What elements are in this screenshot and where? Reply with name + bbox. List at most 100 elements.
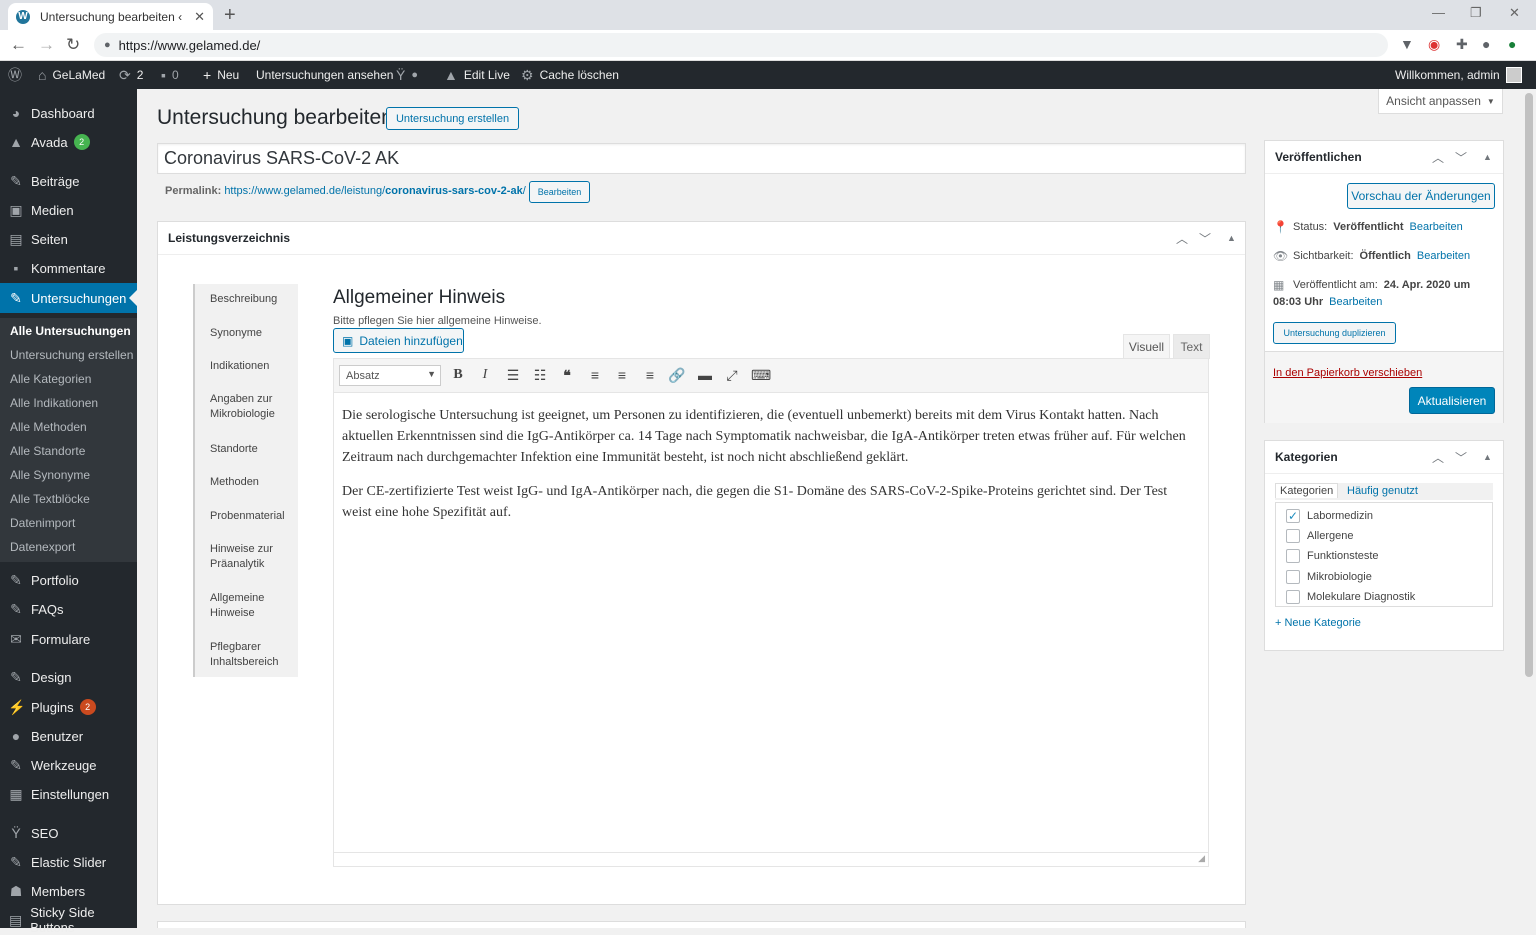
category-item[interactable]: Mikrobiologie — [1286, 570, 1372, 584]
preview-changes-button[interactable]: Vorschau der Änderungen — [1347, 183, 1495, 209]
menu-seiten[interactable]: ▤ Seiten — [0, 224, 137, 254]
submenu-item[interactable]: Alle Textblöcke — [10, 492, 90, 506]
blockquote-icon[interactable]: ❝ — [558, 367, 576, 384]
updates-menu[interactable]: ⟳ 2 — [119, 61, 143, 89]
extensions-puzzle-icon[interactable]: ✚ — [1456, 36, 1468, 53]
tab-visual[interactable]: Visuell — [1123, 334, 1170, 359]
tab-most-used[interactable]: Häufig genutzt — [1347, 485, 1418, 497]
update-icon[interactable]: ● — [1508, 36, 1516, 52]
profile-icon[interactable]: ● — [1482, 36, 1490, 52]
status-edit-link[interactable]: Bearbeiten — [1410, 221, 1463, 233]
menu-avada[interactable]: ▲ Avada 2 — [0, 127, 137, 157]
new-content-menu[interactable]: + Neu — [203, 61, 239, 89]
align-right-icon[interactable]: ≡ — [641, 367, 659, 383]
section-tab[interactable]: Pflegbarer Inhaltsbereich — [210, 640, 295, 670]
post-title-input[interactable]: Coronavirus SARS-CoV-2 AK — [157, 143, 1246, 174]
menu-werkzeuge[interactable]: ✎ Werkzeuge — [0, 750, 137, 780]
align-center-icon[interactable]: ≡ — [613, 367, 631, 383]
screen-options-button[interactable]: Ansicht anpassen ▼ — [1378, 89, 1503, 114]
format-select[interactable]: Absatz ▼ — [339, 365, 441, 386]
move-up-icon[interactable]: ︿ — [1432, 449, 1444, 466]
section-tab[interactable]: Hinweise zur Präanalytik — [210, 542, 295, 572]
menu-plugins[interactable]: ⚡ Plugins 2 — [0, 692, 137, 722]
menu-sticky-side-buttons[interactable]: ▤ Sticky Side Buttons — [0, 905, 137, 935]
ublock-extension-icon[interactable]: ◉ — [1428, 36, 1440, 53]
menu-members[interactable]: ☗ Members — [0, 876, 137, 906]
window-close-icon[interactable]: ✕ — [1509, 5, 1520, 21]
new-tab-button[interactable]: + — [224, 4, 236, 27]
menu-medien[interactable]: ▣ Medien — [0, 195, 137, 225]
vpn-extension-icon[interactable]: ▼ — [1400, 36, 1414, 52]
comments-menu[interactable]: ▪ 0 — [161, 61, 179, 89]
menu-kommentare[interactable]: ▪ Kommentare — [0, 253, 137, 283]
restore-icon[interactable]: ❐ — [1470, 5, 1482, 21]
yoast-seo-menu[interactable]: Ÿ ● — [396, 61, 418, 89]
toggle-panel-icon[interactable]: ▲ — [1483, 152, 1492, 162]
menu-untersuchungen[interactable]: ✎ Untersuchungen — [0, 283, 137, 313]
fullscreen-icon[interactable]: ⤢ — [723, 367, 741, 384]
submenu-item[interactable]: Datenexport — [10, 540, 75, 554]
view-posts-link[interactable]: Untersuchungen ansehen — [256, 61, 393, 89]
site-info-icon[interactable]: ● — [104, 39, 111, 51]
section-tab[interactable]: Angaben zur Mikrobiologie — [210, 392, 295, 422]
toolbar-toggle-icon[interactable]: ⌨ — [751, 367, 771, 384]
submenu-item[interactable]: Alle Standorte — [10, 444, 85, 458]
section-tab[interactable]: Beschreibung — [210, 292, 295, 307]
add-new-button[interactable]: Untersuchung erstellen — [386, 107, 519, 130]
checkbox[interactable] — [1286, 590, 1300, 604]
submenu-item[interactable]: Alle Kategorien — [10, 372, 91, 386]
toggle-panel-icon[interactable]: ▲ — [1227, 233, 1236, 243]
submenu-item[interactable]: Alle Methoden — [10, 420, 87, 434]
italic-icon[interactable]: I — [476, 367, 494, 383]
categories-header[interactable]: Kategorien — [1265, 441, 1503, 474]
duplicate-button[interactable]: Untersuchung duplizieren — [1273, 322, 1396, 344]
menu-beitraege[interactable]: ✎ Beiträge — [0, 166, 137, 196]
permalink-link[interactable]: https://www.gelamed.de/leistung/coronavi… — [224, 185, 525, 197]
add-new-category-link[interactable]: + Neue Kategorie — [1275, 617, 1361, 629]
toggle-panel-icon[interactable]: ▲ — [1483, 452, 1492, 462]
align-left-icon[interactable]: ≡ — [586, 367, 604, 383]
minimize-icon[interactable]: — — [1432, 5, 1445, 20]
category-item[interactable]: Funktionsteste — [1286, 549, 1379, 563]
move-up-icon[interactable]: ︿ — [1432, 149, 1444, 166]
menu-faqs[interactable]: ✎ FAQs — [0, 594, 137, 624]
browser-tab[interactable]: W Untersuchung bearbeiten ‹ GeLaMed ✕ — [8, 3, 213, 30]
category-item[interactable]: Allergene — [1286, 529, 1353, 543]
move-up-icon[interactable]: ︿ — [1176, 230, 1188, 247]
submenu-item[interactable]: Alle Synonyme — [10, 468, 90, 482]
update-button[interactable]: Aktualisieren — [1409, 387, 1495, 414]
menu-formulare[interactable]: ✉ Formulare — [0, 624, 137, 654]
checkbox[interactable] — [1286, 529, 1300, 543]
date-edit-link[interactable]: Bearbeiten — [1329, 296, 1382, 308]
category-item[interactable]: ✓ Labormedizin — [1286, 509, 1373, 523]
section-tab[interactable]: Synonyme — [210, 326, 295, 341]
section-tab[interactable]: Methoden — [210, 475, 295, 490]
section-tab[interactable]: Indikationen — [210, 359, 295, 374]
my-account-menu[interactable]: Willkommen, admin — [1395, 61, 1522, 89]
menu-design[interactable]: ✎ Design — [0, 662, 137, 692]
publish-header[interactable]: Veröffentlichen — [1265, 141, 1503, 174]
move-down-icon[interactable]: ﹀ — [1455, 449, 1467, 466]
section-tab[interactable]: Probenmaterial — [210, 509, 295, 524]
clear-cache-link[interactable]: ⚙ Cache löschen — [521, 61, 619, 89]
submenu-item[interactable]: Alle Indikationen — [10, 396, 98, 410]
checkbox[interactable] — [1286, 549, 1300, 563]
menu-dashboard[interactable]: ◕ Dashboard — [0, 98, 137, 128]
move-to-trash-link[interactable]: In den Papierkorb verschieben — [1273, 367, 1422, 379]
read-more-icon[interactable]: ▬ — [696, 367, 714, 383]
forward-icon[interactable]: → — [38, 35, 55, 55]
bullet-list-icon[interactable]: ☰ — [504, 367, 522, 384]
submenu-item[interactable]: Datenimport — [10, 516, 75, 530]
add-media-button[interactable]: ▣ Dateien hinzufügen — [333, 328, 464, 353]
menu-seo[interactable]: Ÿ SEO — [0, 818, 137, 848]
numbered-list-icon[interactable]: ☷ — [531, 367, 549, 384]
submenu-item[interactable]: Alle Untersuchungen — [10, 324, 131, 338]
section-tab-active[interactable]: Allgemeine Hinweise — [210, 591, 295, 621]
menu-einstellungen[interactable]: ▦ Einstellungen — [0, 779, 137, 809]
page-scrollbar[interactable] — [1522, 89, 1536, 928]
menu-portfolio[interactable]: ✎ Portfolio — [0, 565, 137, 595]
resize-handle-icon[interactable]: ◢ — [1198, 853, 1205, 864]
link-icon[interactable]: 🔗 — [668, 367, 686, 384]
bold-icon[interactable]: B — [449, 367, 467, 383]
move-down-icon[interactable]: ﹀ — [1455, 149, 1467, 166]
